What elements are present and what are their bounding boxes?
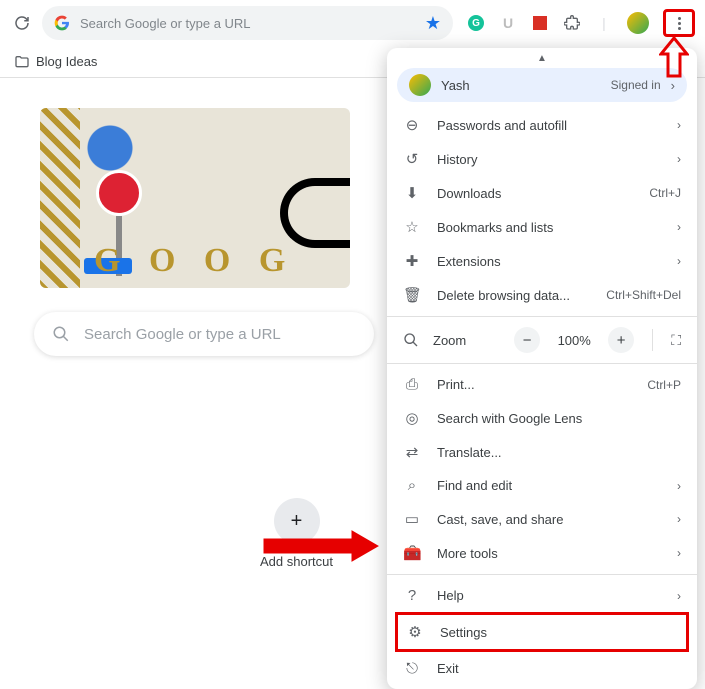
- chevron-right-icon: ›: [677, 220, 681, 234]
- bookmark-folder[interactable]: Blog Ideas: [36, 54, 97, 69]
- zoom-in-button[interactable]: +: [608, 327, 634, 353]
- menu-shortcut: Ctrl+Shift+Del: [606, 288, 681, 302]
- zoom-value: 100%: [554, 333, 594, 348]
- menu-item-translate[interactable]: ⇄ Translate...: [387, 435, 697, 469]
- chevron-right-icon: ›: [677, 589, 681, 603]
- reload-icon: [13, 14, 31, 32]
- menu-item-downloads[interactable]: ⬇ Downloads Ctrl+J: [387, 176, 697, 210]
- zoom-out-button[interactable]: −: [514, 327, 540, 353]
- help-icon: ?: [403, 587, 421, 604]
- menu-item-label: Find and edit: [437, 478, 661, 493]
- menu-item-label: Downloads: [437, 186, 633, 201]
- menu-item-search-with-google-lens[interactable]: ◎ Search with Google Lens: [387, 401, 697, 435]
- annotation-arrow-up: [659, 36, 689, 80]
- menu-item-cast-save-and-share[interactable]: ▭ Cast, save, and share ›: [387, 502, 697, 536]
- menu-item-find-and-edit[interactable]: ⌕ Find and edit ›: [387, 469, 697, 502]
- ntp-search-box[interactable]: Search Google or type a URL: [34, 312, 374, 356]
- menu-shortcut: Ctrl+P: [647, 378, 681, 392]
- menu-shortcut: Ctrl+J: [649, 186, 681, 200]
- zoom-icon: [403, 332, 419, 348]
- chevron-right-icon: ›: [677, 479, 681, 493]
- extension-icons: G U |: [461, 9, 695, 37]
- menu-item-more-tools[interactable]: 🧰 More tools ›: [387, 536, 697, 570]
- chrome-menu: ▲ Yash Signed in › ⊖ Passwords and autofi…: [387, 48, 697, 689]
- chevron-right-icon: ›: [677, 546, 681, 560]
- menu-item-label: Exit: [437, 661, 681, 676]
- chevron-right-icon: ›: [677, 512, 681, 526]
- menu-item-help[interactable]: ? Help ›: [387, 579, 697, 612]
- lens-icon: ◎: [403, 409, 421, 427]
- toolbar-divider: |: [595, 14, 613, 32]
- print-icon: ⎙: [403, 376, 421, 393]
- gear-icon: ⚙: [406, 623, 424, 641]
- kebab-highlight: [663, 9, 695, 37]
- chrome-menu-button[interactable]: [670, 14, 688, 32]
- menu-item-label: Extensions: [437, 254, 661, 269]
- bookmark-star-icon[interactable]: ★: [425, 13, 441, 34]
- omnibox-placeholder: Search Google or type a URL: [80, 16, 415, 31]
- profile-row[interactable]: Yash Signed in ›: [397, 68, 687, 102]
- menu-item-label: Bookmarks and lists: [437, 220, 661, 235]
- fullscreen-button[interactable]: ⛶: [671, 332, 681, 349]
- avatar-icon: [409, 74, 431, 96]
- star-icon: ☆: [403, 218, 421, 236]
- profile-status: Signed in: [611, 78, 661, 92]
- ntp-search-placeholder: Search Google or type a URL: [84, 326, 281, 343]
- cast-icon: ▭: [403, 510, 421, 528]
- chevron-right-icon: ›: [677, 152, 681, 166]
- settings-highlight: ⚙ Settings: [395, 612, 689, 652]
- menu-item-passwords-and-autofill[interactable]: ⊖ Passwords and autofill ›: [387, 108, 697, 142]
- reload-button[interactable]: [10, 11, 34, 35]
- menu-item-label: More tools: [437, 546, 661, 561]
- find-icon: ⌕: [403, 477, 421, 494]
- menu-item-label: Cast, save, and share: [437, 512, 661, 527]
- chevron-right-icon: ›: [677, 118, 681, 132]
- profile-avatar[interactable]: [627, 12, 649, 34]
- menu-item-extensions[interactable]: ✚ Extensions ›: [387, 244, 697, 278]
- zoom-divider: [652, 329, 653, 351]
- trash-icon: 🗑: [403, 286, 421, 304]
- zoom-label: Zoom: [433, 333, 500, 348]
- menu-item-label: Print...: [437, 377, 631, 392]
- search-icon: [52, 325, 70, 343]
- download-icon: ⬇: [403, 184, 421, 202]
- menu-separator: [387, 316, 697, 317]
- toolbox-icon: 🧰: [403, 544, 421, 562]
- menu-item-label: Passwords and autofill: [437, 118, 661, 133]
- google-doodle[interactable]: [40, 108, 350, 288]
- menu-item-bookmarks-and-lists[interactable]: ☆ Bookmarks and lists ›: [387, 210, 697, 244]
- browser-toolbar: Search Google or type a URL ★ G U |: [0, 0, 705, 46]
- extension-u-icon[interactable]: U: [499, 14, 517, 32]
- google-logo-icon: [54, 15, 70, 31]
- translate-icon: ⇄: [403, 443, 421, 461]
- chevron-up-icon[interactable]: ▲: [387, 54, 697, 64]
- extensions-puzzle-icon[interactable]: [563, 14, 581, 32]
- menu-item-settings[interactable]: ⚙ Settings: [398, 615, 686, 649]
- menu-item-label: History: [437, 152, 661, 167]
- key-icon: ⊖: [403, 116, 421, 134]
- menu-item-label: Translate...: [437, 445, 681, 460]
- menu-item-print[interactable]: ⎙ Print... Ctrl+P: [387, 368, 697, 401]
- menu-item-label: Search with Google Lens: [437, 411, 681, 426]
- exit-icon: ⎋: [403, 660, 421, 677]
- extension-red-icon[interactable]: [531, 14, 549, 32]
- menu-item-delete-browsing-data[interactable]: 🗑 Delete browsing data... Ctrl+Shift+Del: [387, 278, 697, 312]
- grammarly-icon[interactable]: G: [467, 14, 485, 32]
- menu-item-label: Help: [437, 588, 661, 603]
- profile-name: Yash: [441, 78, 601, 93]
- menu-item-history[interactable]: ↺ History ›: [387, 142, 697, 176]
- menu-item-label: Delete browsing data...: [437, 288, 590, 303]
- omnibox[interactable]: Search Google or type a URL ★: [42, 6, 453, 40]
- puzzle-icon: ✚: [403, 252, 421, 270]
- menu-item-exit[interactable]: ⎋ Exit: [387, 652, 697, 685]
- menu-separator: [387, 363, 697, 364]
- folder-icon: [14, 54, 30, 70]
- history-icon: ↺: [403, 150, 421, 168]
- annotation-arrow-right: [260, 529, 380, 563]
- menu-separator: [387, 574, 697, 575]
- chevron-right-icon: ›: [677, 254, 681, 268]
- zoom-row: Zoom − 100% + ⛶: [387, 321, 697, 359]
- menu-item-label: Settings: [440, 625, 678, 640]
